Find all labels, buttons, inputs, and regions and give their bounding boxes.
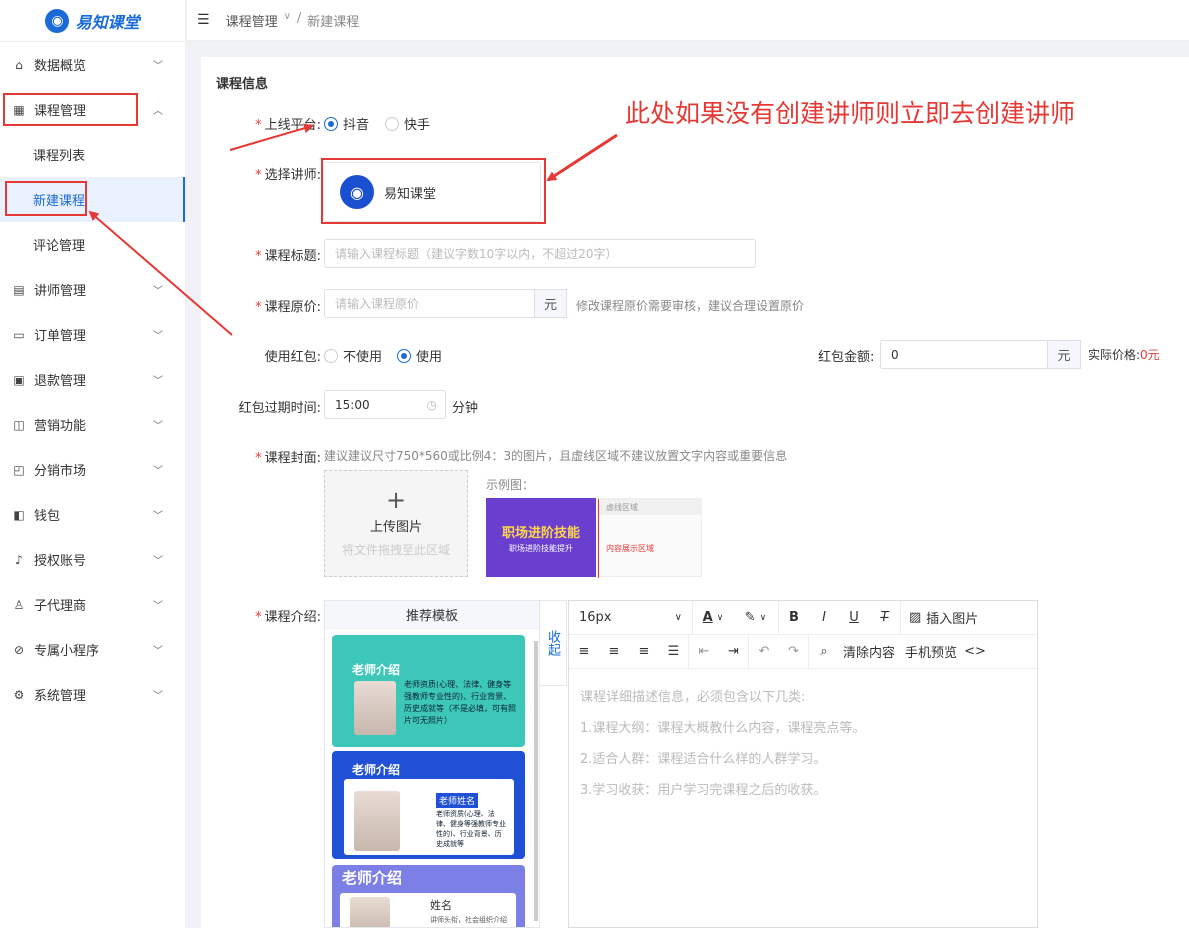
annotation-arrows (88, 123, 618, 336)
arrow-to-teacher (546, 133, 618, 182)
arrow-to-new-course (88, 210, 233, 336)
arrow-to-platform (229, 123, 314, 151)
